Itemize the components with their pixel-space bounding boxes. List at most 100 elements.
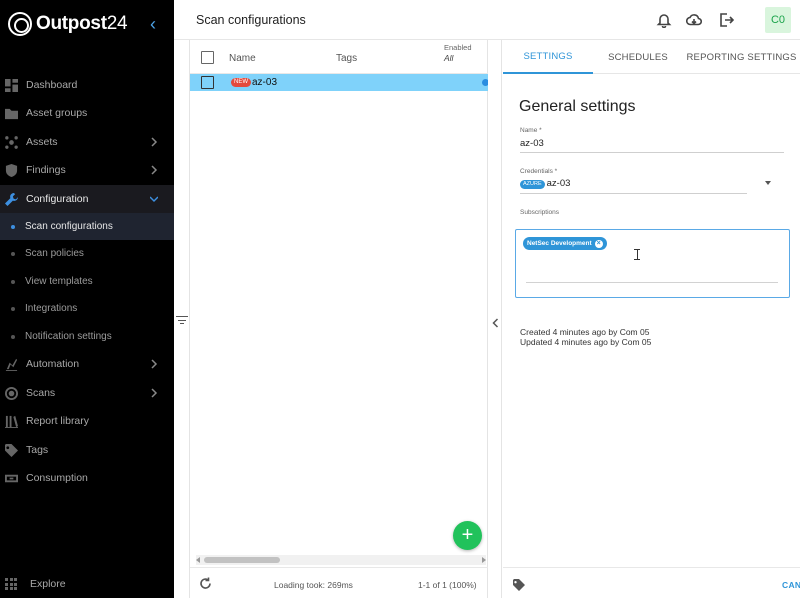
credentials-value: az-03 xyxy=(546,178,571,189)
user-avatar[interactable]: C0 xyxy=(765,7,791,33)
sidebar-item-label: Configuration xyxy=(26,193,89,205)
sidebar-item-label: Automation xyxy=(26,358,80,370)
tab-schedules[interactable]: SCHEDULES xyxy=(593,40,683,74)
section-title: General settings xyxy=(519,98,636,115)
new-badge: NEW xyxy=(231,78,251,87)
page-title: Scan configurations xyxy=(196,13,306,27)
refresh-icon[interactable] xyxy=(199,577,212,590)
chevron-right-icon xyxy=(150,386,158,400)
horizontal-scrollbar[interactable] xyxy=(196,555,486,565)
table-header: Name Tags Enabled All xyxy=(190,40,488,74)
sidebar-item-label: Assets xyxy=(26,136,58,148)
sidebar-item-label: Dashboard xyxy=(26,79,78,91)
collapse-detail-chevron-left-icon[interactable] xyxy=(492,315,499,328)
sidebar-item-automation[interactable]: Automation xyxy=(0,350,174,378)
sidebar-subitem-scan-configurations[interactable]: Scan configurations xyxy=(0,213,174,240)
chevron-right-icon xyxy=(150,163,158,177)
wrench-icon xyxy=(4,192,18,206)
scrollbar-thumb[interactable] xyxy=(204,557,280,563)
bullet-dot-icon xyxy=(11,306,15,311)
consumption-icon xyxy=(4,471,18,485)
cloud-download-icon[interactable] xyxy=(685,12,703,28)
add-scan-configuration-button[interactable]: + xyxy=(453,521,482,550)
subscriptions-input[interactable]: NetSec Development × xyxy=(515,229,790,298)
chevron-right-icon xyxy=(150,357,158,371)
bell-icon[interactable] xyxy=(656,12,672,29)
column-header-enabled: Enabled xyxy=(444,43,472,52)
shield-icon xyxy=(4,163,18,177)
tab-settings[interactable]: SETTINGS xyxy=(503,40,593,74)
column-header-name[interactable]: Name xyxy=(229,53,256,64)
sidebar-subitem-integrations[interactable]: Integrations xyxy=(0,295,174,322)
tab-reporting-settings[interactable]: REPORTING SETTINGS xyxy=(683,40,800,74)
enabled-filter[interactable]: All xyxy=(444,53,453,63)
library-icon xyxy=(4,414,18,428)
subscription-chip[interactable]: NetSec Development × xyxy=(523,237,607,250)
dropdown-arrow-icon[interactable] xyxy=(765,181,771,185)
brand-name: Outpost24 xyxy=(36,13,128,34)
sidebar-item-label: Findings xyxy=(26,164,66,176)
collapse-sidebar-chevron-icon[interactable]: ‹ xyxy=(144,14,162,34)
sidebar-item-report-library[interactable]: Report library xyxy=(0,407,174,435)
column-header-tags[interactable]: Tags xyxy=(336,53,357,64)
sidebar-item-label: Tags xyxy=(26,444,49,456)
subscriptions-underline xyxy=(526,282,778,283)
sidebar-subitem-label: Scan policies xyxy=(25,248,84,259)
sidebar-item-configuration[interactable]: Configuration xyxy=(0,185,174,213)
sidebar-item-label: Scans xyxy=(26,387,56,399)
sidebar-subitem-label: View templates xyxy=(25,276,93,287)
sidebar-item-tags[interactable]: Tags xyxy=(0,436,174,464)
sidebar-subitem-notification-settings[interactable]: Notification settings xyxy=(0,323,174,350)
sidebar-item-label: Report library xyxy=(26,415,90,427)
explore-button[interactable]: Explore xyxy=(0,572,174,596)
scan-configurations-table: Name Tags Enabled All NEW az-03 + Loadin… xyxy=(190,40,489,598)
sidebar: Outpost24 ‹ Dashboard Asset groups Asset… xyxy=(0,0,174,598)
created-info: Created 4 minutes ago by Com 05 xyxy=(520,327,650,337)
pagination-info: 1-1 of 1 (100%) xyxy=(418,580,477,590)
scroll-left-arrow-icon[interactable] xyxy=(196,557,200,563)
panel-divider xyxy=(488,40,502,598)
sidebar-subitem-view-templates[interactable]: View templates xyxy=(0,268,174,295)
scroll-right-arrow-icon[interactable] xyxy=(482,557,486,563)
sidebar-item-label: Consumption xyxy=(26,472,88,484)
sidebar-item-scans[interactable]: Scans xyxy=(0,379,174,407)
updated-info: Updated 4 minutes ago by Com 05 xyxy=(520,337,652,347)
detail-footer: CANCEL xyxy=(503,567,800,598)
credentials-field-underline xyxy=(520,193,747,194)
name-field-label: Name * xyxy=(520,127,542,134)
loading-time: Loading took: 269ms xyxy=(274,580,353,590)
chevron-down-icon xyxy=(149,192,159,206)
filter-icon[interactable] xyxy=(176,315,188,325)
sidebar-item-label: Asset groups xyxy=(26,107,88,119)
sidebar-item-consumption[interactable]: Consumption xyxy=(0,464,174,492)
detail-panel: SETTINGS SCHEDULES REPORTING SETTINGS Ge… xyxy=(503,40,800,598)
bullet-dot-icon xyxy=(11,334,15,339)
dashboard-icon xyxy=(4,78,18,92)
tag-icon[interactable] xyxy=(513,578,525,591)
cancel-button[interactable]: CANCEL xyxy=(782,580,800,590)
sidebar-subitem-scan-policies[interactable]: Scan policies xyxy=(0,240,174,267)
sidebar-subitem-label: Notification settings xyxy=(25,331,112,342)
sidebar-item-findings[interactable]: Findings xyxy=(0,156,174,184)
radar-icon xyxy=(4,386,18,400)
logout-icon[interactable] xyxy=(718,12,735,28)
sidebar-item-asset-groups[interactable]: Asset groups xyxy=(0,99,174,127)
filter-strip xyxy=(174,40,190,598)
sidebar-item-dashboard[interactable]: Dashboard xyxy=(0,71,174,99)
name-field-underline xyxy=(520,152,784,153)
table-row[interactable]: NEW az-03 xyxy=(190,74,489,91)
table-footer: Loading took: 269ms 1-1 of 1 (100%) xyxy=(190,567,488,598)
top-bar: Scan configurations C0 xyxy=(174,0,800,40)
outpost24-logo-icon xyxy=(8,12,32,36)
name-field[interactable]: az-03 xyxy=(520,138,544,149)
logo[interactable]: Outpost24 xyxy=(8,10,128,38)
row-checkbox[interactable] xyxy=(201,76,214,89)
credentials-select[interactable]: AZURE az-03 xyxy=(520,178,570,189)
subscriptions-field-label: Subscriptions xyxy=(520,209,560,216)
azure-badge: AZURE xyxy=(520,180,545,189)
credentials-field-label: Credentials * xyxy=(520,168,558,175)
remove-chip-icon[interactable]: × xyxy=(594,239,603,248)
sidebar-subitem-label: Integrations xyxy=(25,303,78,314)
select-all-checkbox[interactable] xyxy=(201,51,214,64)
sidebar-item-assets[interactable]: Assets xyxy=(0,128,174,156)
